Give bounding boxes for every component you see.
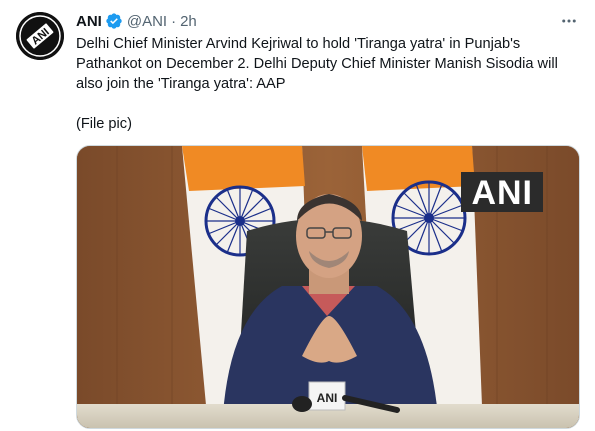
tweet: ANI ANI @ANI · 2h Delhi Chief Minister A…	[0, 0, 595, 431]
more-options-icon[interactable]	[559, 11, 579, 31]
mic-flag-text: ANI	[317, 391, 338, 405]
ani-watermark: ANI	[461, 172, 543, 212]
avatar[interactable]: ANI	[16, 12, 64, 60]
author-handle[interactable]: @ANI	[127, 13, 167, 30]
verified-badge-icon	[105, 12, 123, 30]
author-name[interactable]: ANI	[76, 13, 102, 30]
tweet-text: Delhi Chief Minister Arvind Kejriwal to …	[76, 36, 558, 132]
tweet-media-photo[interactable]: ANI ANI	[76, 145, 580, 429]
tweet-timestamp[interactable]: 2h	[180, 13, 197, 30]
ani-logo-icon: ANI	[16, 12, 64, 60]
separator-dot: ·	[171, 12, 177, 30]
tweet-header: ANI @ANI · 2h	[76, 11, 197, 31]
